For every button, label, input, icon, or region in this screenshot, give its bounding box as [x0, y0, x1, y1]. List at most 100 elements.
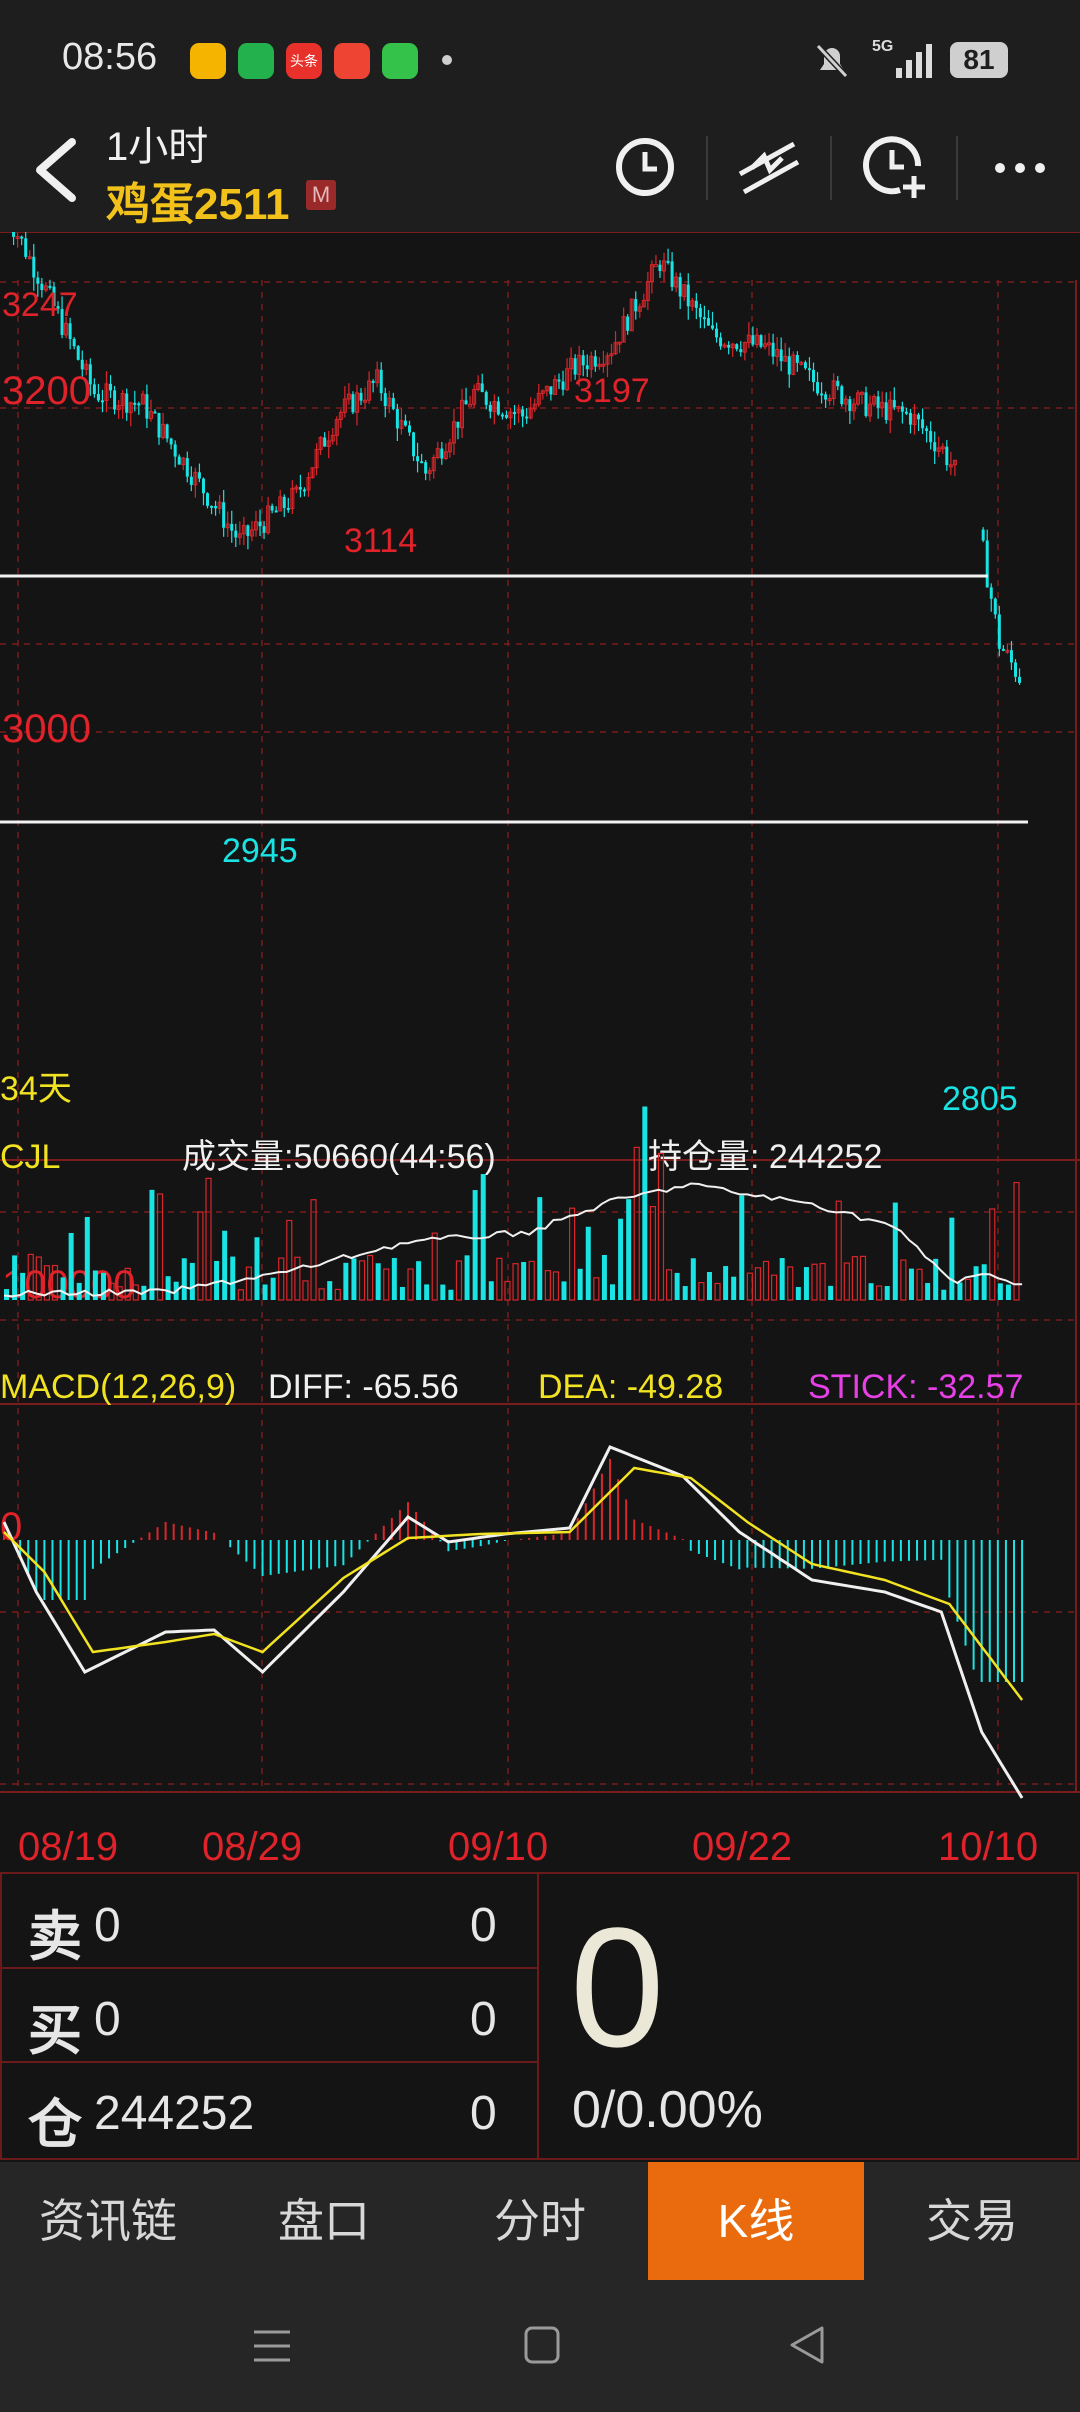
header-divider: [830, 136, 832, 200]
draw-line-icon[interactable]: [734, 134, 804, 200]
last-price: 0: [570, 1893, 665, 2083]
contract-symbol[interactable]: 鸡蛋2511: [106, 168, 289, 232]
volume-bar: [464, 1255, 470, 1300]
volume-bar: [892, 1202, 898, 1300]
volume-bar: [626, 1199, 632, 1300]
volume-bar: [237, 1289, 244, 1301]
tab-trade[interactable]: 交易: [864, 2162, 1080, 2280]
volume-bar: [383, 1268, 390, 1301]
volume-bar: [811, 1263, 818, 1301]
volume-bar: [762, 1260, 770, 1301]
home-icon[interactable]: [522, 2324, 562, 2366]
volume-bar: [358, 1260, 366, 1301]
tab-timeshare[interactable]: 分时: [432, 2162, 648, 2280]
volume-bar: [618, 1218, 624, 1300]
volume-bar: [440, 1284, 446, 1300]
volume-bar: [318, 1288, 325, 1301]
volume-bar: [868, 1283, 874, 1300]
add-alert-icon[interactable]: [860, 132, 930, 202]
volume-bar: [698, 1282, 705, 1301]
tab-news-chain[interactable]: 资讯链: [0, 2162, 216, 2280]
candle-body: [626, 316, 630, 331]
status-time: 08:56: [62, 36, 158, 78]
tab-kline[interactable]: K线: [648, 2162, 864, 2280]
sell-qty: 0: [470, 1899, 497, 1952]
volume-bar: [795, 1286, 801, 1300]
menu-icon[interactable]: [250, 2326, 294, 2366]
period-label[interactable]: 1小时: [106, 114, 208, 172]
candle-body: [900, 406, 904, 412]
candle-body: [206, 493, 209, 506]
candle-body: [848, 399, 852, 411]
volume-bar: [908, 1268, 914, 1300]
volume-bar: [941, 1289, 947, 1300]
date-label: 09/10: [448, 1825, 548, 1869]
candle-body: [468, 403, 473, 407]
volume-bar: [294, 1256, 301, 1301]
main-contract-badge: M: [306, 180, 336, 210]
candle-body: [201, 478, 205, 494]
volume-bar: [189, 1262, 195, 1300]
volume-bar: [706, 1272, 712, 1300]
candle-body: [403, 420, 407, 426]
macd-diff: DIFF: -65.56: [268, 1368, 459, 1406]
candle-body: [480, 383, 484, 393]
annotation-3197: 3197: [574, 372, 650, 410]
candle-body: [109, 383, 113, 391]
candle-body: [812, 369, 815, 383]
position-value: 244252: [94, 2087, 255, 2140]
sell-label: 卖: [28, 1907, 82, 1967]
diff-line: [2, 1445, 1024, 1799]
candle-body: [917, 414, 921, 420]
toutiao-icon: 头条: [286, 43, 322, 79]
candle-body: [189, 476, 193, 485]
volume-bar: [981, 1264, 987, 1300]
candle-body: [286, 507, 290, 510]
volume-bar: [100, 1272, 106, 1300]
volume-bar: [593, 1277, 600, 1301]
candle-body: [274, 510, 278, 513]
more-icon[interactable]: [990, 150, 1054, 186]
kline-chart[interactable]: 3247 3200 3000 3197 3114 2945 2805 34天 C…: [0, 232, 1080, 1872]
candle-body: [230, 523, 234, 531]
volume-bar: [577, 1268, 583, 1300]
volume-bar: [68, 1232, 74, 1300]
candle-body: [96, 394, 100, 401]
candle-body: [379, 369, 383, 394]
volume-bar: [20, 1272, 26, 1300]
volume-bar: [964, 1278, 972, 1301]
back-icon[interactable]: [26, 134, 86, 204]
candle-body: [816, 382, 820, 394]
candle-body: [985, 540, 989, 588]
date-label: 09/22: [692, 1825, 792, 1869]
volume-bar: [649, 1206, 657, 1301]
header-divider: [956, 136, 958, 200]
volume-bar: [472, 1190, 478, 1300]
candle-body: [751, 335, 755, 345]
candle-body: [210, 505, 214, 508]
buy-qty: 0: [470, 1993, 497, 2046]
candle-body: [302, 489, 306, 492]
date-label: 08/19: [18, 1825, 118, 1869]
candle-body: [456, 421, 460, 428]
candle-body: [666, 260, 670, 263]
clock-icon[interactable]: [612, 134, 678, 200]
volume-bar: [407, 1268, 414, 1301]
candle-body: [504, 415, 508, 418]
candle-body: [525, 416, 529, 419]
volume-bar: [916, 1268, 923, 1301]
tab-order-book[interactable]: 盘口: [216, 2162, 432, 2280]
back-nav-icon[interactable]: [786, 2324, 828, 2366]
candle-body: [1009, 650, 1013, 663]
macd-dea: DEA: -49.28: [538, 1368, 723, 1406]
volume-bar: [262, 1284, 268, 1300]
candle-body: [670, 261, 674, 287]
volume-bar: [544, 1270, 551, 1301]
volume-bar: [957, 1282, 963, 1300]
candle-body: [371, 380, 375, 383]
candle-body: [383, 393, 387, 407]
volume-bar: [989, 1208, 996, 1301]
candle-body: [884, 402, 888, 420]
volume-bar: [884, 1286, 890, 1300]
volume-bar: [245, 1266, 252, 1301]
